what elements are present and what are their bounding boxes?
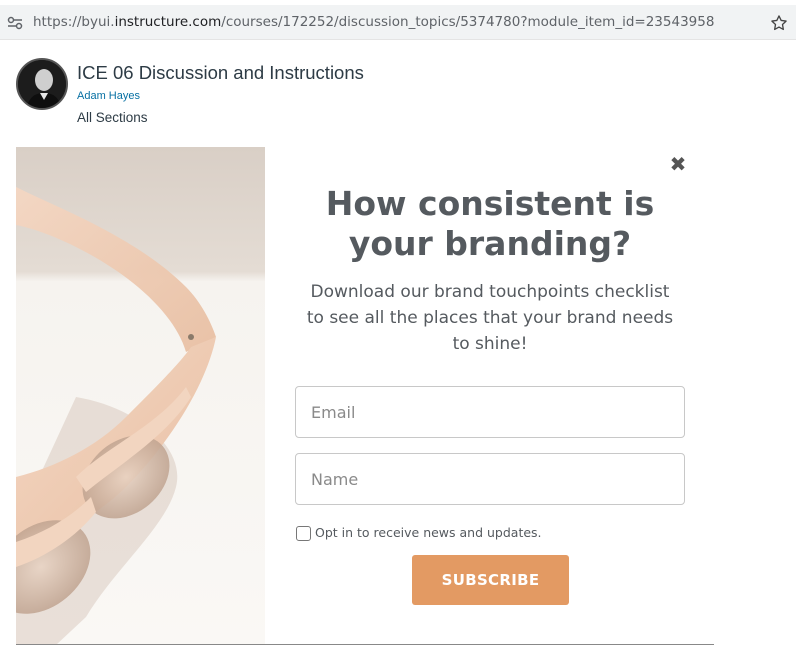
name-field[interactable] [295, 453, 685, 505]
star-icon[interactable] [769, 13, 789, 33]
url-path: /courses/172252/discussion_topics/537478… [221, 14, 715, 30]
headline-line: How consistent is [325, 184, 655, 223]
page-title: ICE 06 Discussion and Instructions [77, 62, 364, 83]
subscribe-button[interactable]: SUBSCRIBE [412, 555, 569, 605]
close-icon[interactable]: ✖ [668, 154, 688, 174]
popup-subtext: Download our brand touchpoints checklist… [290, 279, 690, 357]
subtext-line: Download our brand touchpoints checklist [310, 282, 670, 302]
email-field[interactable] [295, 386, 685, 438]
divider [16, 644, 714, 645]
url-host: instructure.com [114, 14, 222, 30]
author-photo [18, 60, 66, 108]
subtext-line: to shine! [452, 334, 528, 354]
headline-line: your branding? [348, 224, 632, 263]
tune-icon[interactable] [7, 16, 23, 30]
sunglasses-image [16, 147, 265, 645]
url-prefix: https://byui. [33, 14, 115, 30]
optin-checkbox[interactable] [296, 526, 311, 541]
address-bar[interactable]: https://byui.instructure.com/courses/172… [0, 5, 796, 40]
optin-row: Opt in to receive news and updates. [296, 524, 542, 541]
optin-label[interactable]: Opt in to receive news and updates. [315, 525, 542, 540]
popup-headline: How consistent is your branding? [290, 184, 690, 264]
avatar[interactable] [16, 58, 68, 110]
author-link[interactable]: Adam Hayes [77, 90, 140, 102]
sections-label: All Sections [77, 110, 148, 125]
subtext-line: to see all the places that your brand ne… [306, 308, 674, 328]
url-text[interactable]: https://byui.instructure.com/courses/172… [33, 14, 714, 30]
